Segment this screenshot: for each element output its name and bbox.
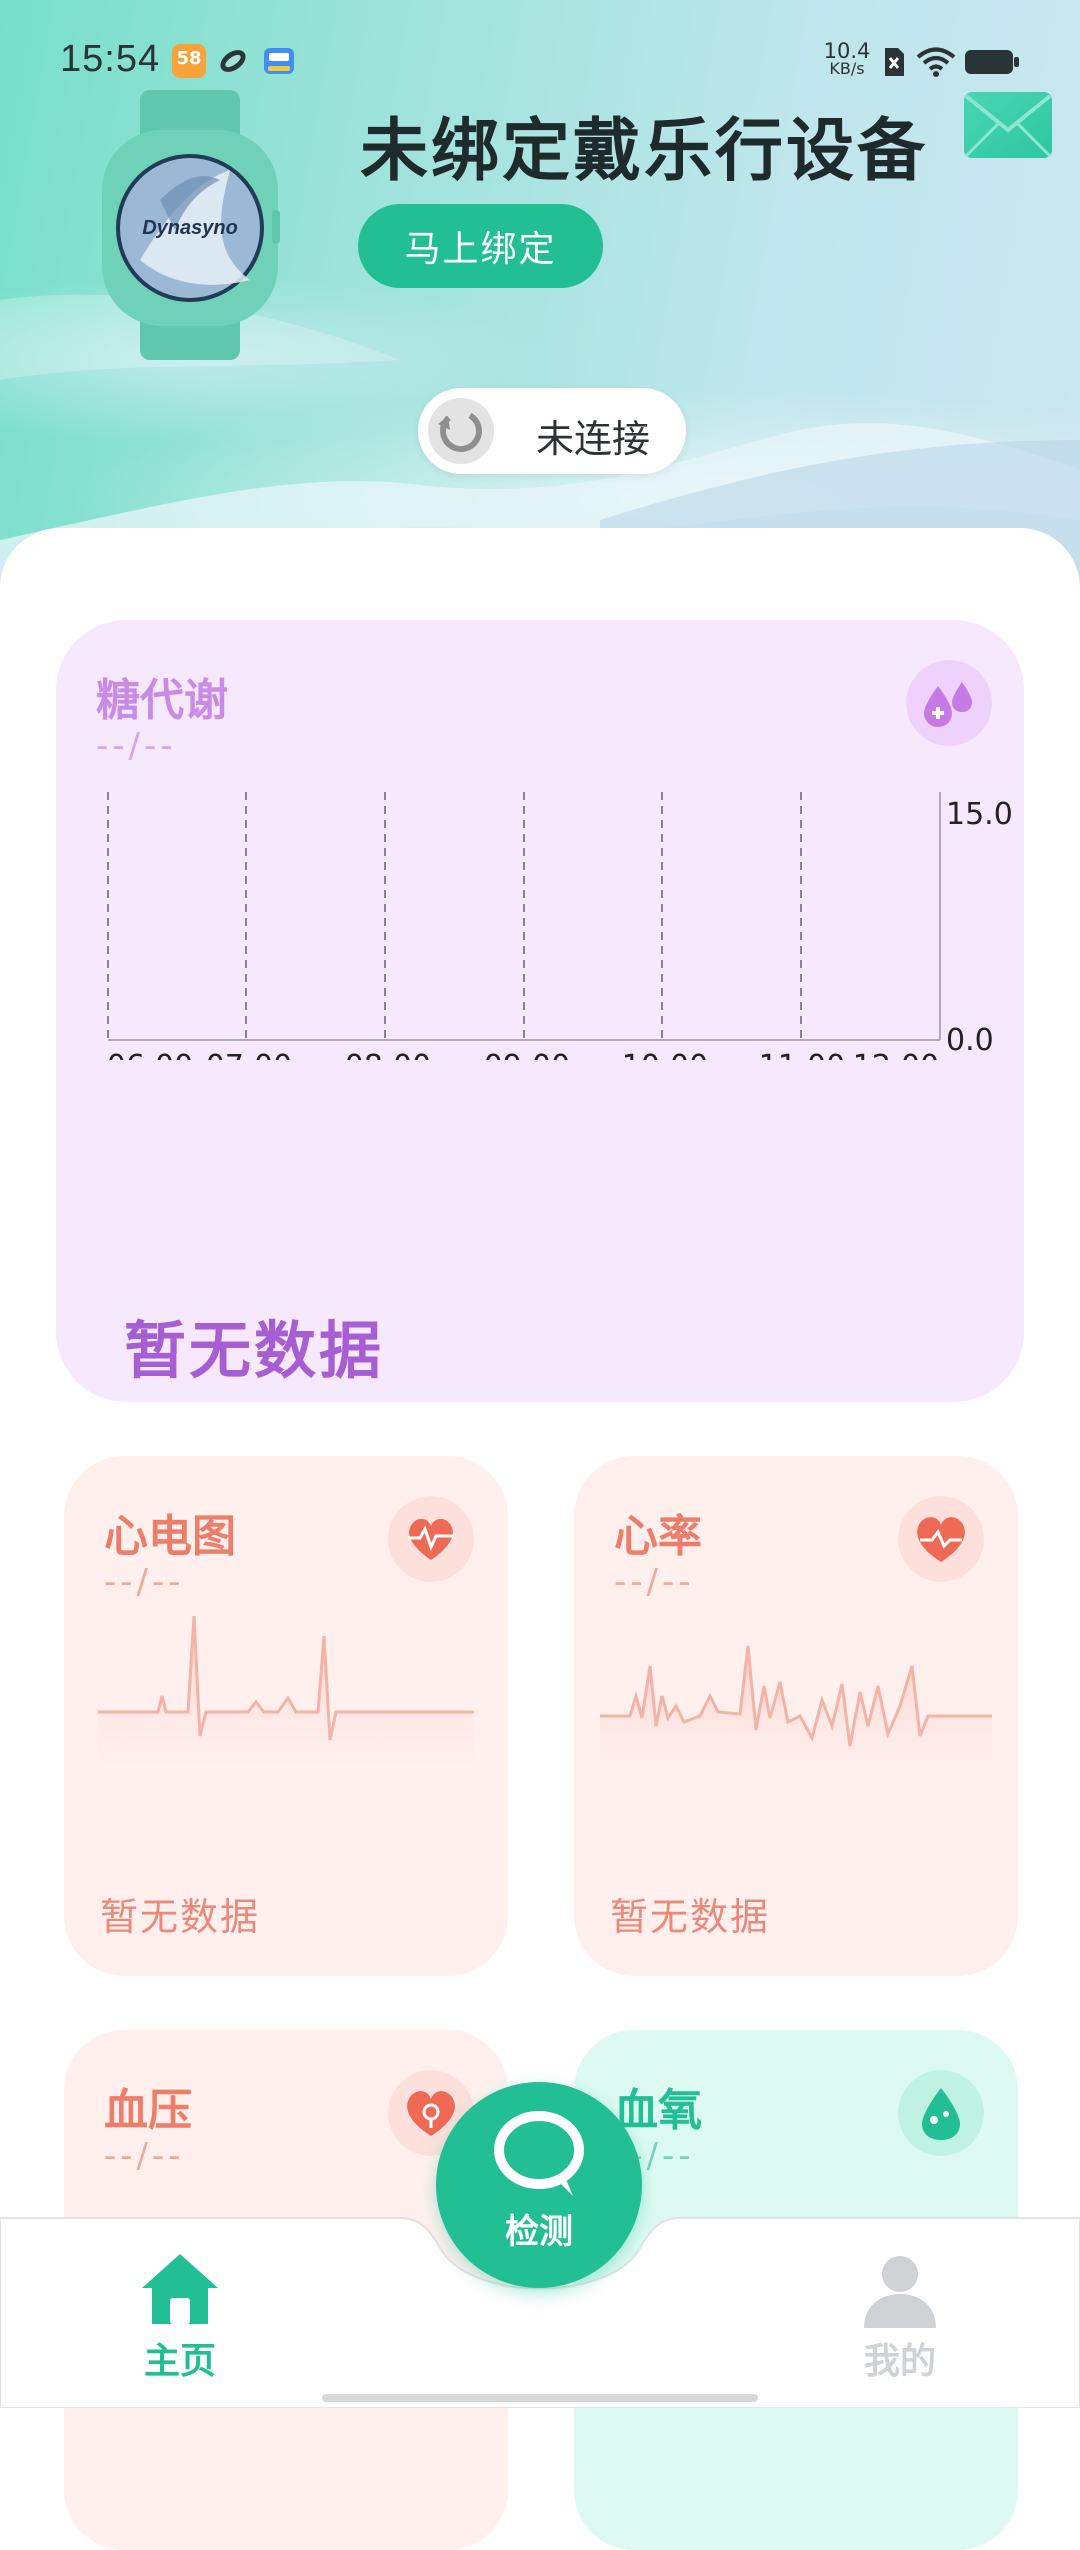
- chat-bubble-icon: [494, 2111, 584, 2196]
- bind-now-button[interactable]: 马上绑定: [358, 204, 603, 288]
- chart-x-tick-label: 10:00: [622, 1049, 708, 1060]
- watch-brand-text: Dynasyno: [142, 217, 238, 239]
- chart-x-tick-label: 12:00: [853, 1049, 939, 1060]
- heart-rate-value: --/--: [614, 1562, 695, 1602]
- blood-oxygen-title: 血氧: [614, 2085, 702, 2136]
- chart-x-tick-label: 07:00: [206, 1049, 292, 1060]
- glucose-no-data: 暂无数据: [124, 1314, 385, 1387]
- detect-button[interactable]: 检测: [436, 2082, 642, 2288]
- heart-rate-no-data: 暂无数据: [610, 1895, 771, 1939]
- chart-x-tick-label: 09:00: [484, 1049, 570, 1060]
- ecg-waveform: [98, 1616, 474, 1796]
- user-icon: [864, 2256, 936, 2328]
- glucose-card[interactable]: 糖代谢 --/-- 06:0007:0008:0009:0010:0011:00…: [56, 620, 1024, 1402]
- ecg-title: 心电图: [104, 1511, 236, 1562]
- app-badge-text: 58: [176, 48, 202, 69]
- page-title: 未绑定戴乐行设备: [360, 112, 929, 191]
- blood-pressure-title: 血压: [104, 2085, 192, 2136]
- glucose-chart: 06:00 07:00 08:00 09:00 10:00 11:00 12:00 15.0 0…: [107, 792, 1013, 1060]
- message-icon[interactable]: [962, 90, 1054, 160]
- nav-home-label: 主页: [143, 2341, 216, 2382]
- watch-image: Dynasyno: [102, 90, 280, 360]
- home-icon: [142, 2254, 218, 2324]
- status-time: 15:54: [60, 38, 161, 80]
- glucose-title: 糖代谢: [96, 675, 228, 726]
- sim-disabled-icon: [885, 48, 904, 76]
- nav-item-mine[interactable]: 我的: [840, 2244, 960, 2384]
- nav-mine-label: 我的: [863, 2341, 936, 2382]
- battery-icon: [965, 50, 1019, 74]
- chart-x-tick-label: 11:00: [759, 1049, 845, 1060]
- bus-app-icon: [264, 48, 294, 74]
- ecg-card[interactable]: 心电图 --/-- 暂无数据: [64, 1456, 508, 1976]
- heart-rate-card[interactable]: 心率 --/-- 暂无数据: [574, 1456, 1018, 1976]
- heart-rate-icon: [898, 1496, 984, 1582]
- ecg-value: --/--: [104, 1562, 185, 1602]
- blood-oxygen-icon: [898, 2070, 984, 2156]
- ecg-no-data: 暂无数据: [100, 1895, 261, 1939]
- blood-pressure-value: --/--: [104, 2136, 185, 2176]
- heart-rate-title: 心率: [614, 1511, 702, 1562]
- heart-rate-waveform: [600, 1645, 992, 1796]
- chart-y-tick-label: 15.0: [946, 797, 1013, 832]
- wifi-icon: [916, 47, 956, 77]
- connection-status-text: 未连接: [536, 417, 651, 461]
- glucose-drops-icon: [906, 660, 992, 746]
- leaf-app-icon: [220, 50, 246, 72]
- chart-x-tick-label: 08:00: [345, 1049, 431, 1060]
- connection-status-pill[interactable]: 未连接: [418, 388, 686, 474]
- detect-label: 检测: [505, 2212, 573, 2252]
- chart-y-tick-label: 0.0: [946, 1023, 994, 1058]
- nav-item-home[interactable]: 主页: [120, 2244, 240, 2384]
- chart-x-tick-label: 06:00: [107, 1049, 193, 1060]
- heartbeat-icon: [388, 1496, 474, 1582]
- network-speed: 10.4 KB/s: [823, 39, 871, 78]
- home-indicator: [322, 2394, 758, 2402]
- refresh-icon[interactable]: [428, 398, 494, 464]
- app-notification-icon: 58: [172, 44, 206, 78]
